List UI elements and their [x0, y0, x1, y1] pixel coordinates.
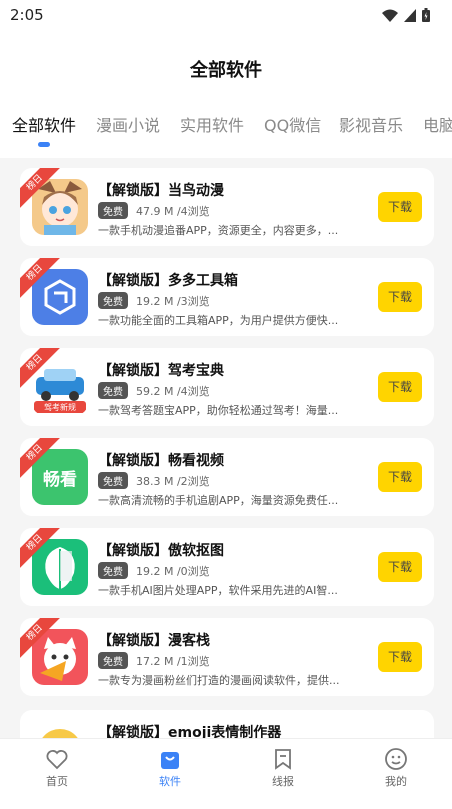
app-description: 一款手机AI图片处理APP，软件采用先进的AI智...	[98, 584, 338, 597]
signal-icon	[404, 8, 416, 22]
size-views: 38.3 M /2浏览	[136, 474, 210, 488]
size-views: 59.2 M /4浏览	[136, 384, 210, 398]
tab-all-software[interactable]: 全部软件	[12, 112, 76, 136]
app-meta: 免费 19.2 M /0浏览	[98, 562, 210, 579]
app-meta: 免费 38.3 M /2浏览	[98, 472, 210, 489]
download-button[interactable]: 下载	[378, 642, 422, 672]
active-tab-indicator	[38, 142, 50, 147]
app-name[interactable]: 【解锁版】emoji表情制作器	[98, 722, 281, 738]
bottom-nav: 首页 软件 线报 我的	[0, 738, 452, 809]
nav-software[interactable]: 软件	[135, 747, 205, 789]
download-button[interactable]: 下载	[378, 552, 422, 582]
app-name[interactable]: 【解锁版】驾考宝典	[98, 360, 224, 380]
app-card[interactable]: 榜日 【解锁版】傲软抠图 免费 19.2 M /0浏览 一款手机AI图片处理AP…	[20, 528, 434, 606]
app-meta: 免费 19.2 M /3浏览	[98, 292, 210, 309]
free-tag: 免费	[98, 562, 128, 579]
app-name[interactable]: 【解锁版】畅看视频	[98, 450, 224, 470]
category-tabs: 全部软件 漫画小说 实用软件 QQ微信 影视音乐 电脑	[0, 110, 452, 154]
download-button[interactable]: 下载	[378, 192, 422, 222]
icon-text: 畅看	[43, 469, 77, 490]
download-button[interactable]: 下载	[378, 282, 422, 312]
free-tag: 免费	[98, 652, 128, 669]
battery-icon	[422, 8, 430, 22]
size-views: 19.2 M /0浏览	[136, 564, 210, 578]
app-description: 一款高清流畅的手机追剧APP，海量资源免费任...	[98, 494, 339, 507]
download-button[interactable]: 下载	[378, 462, 422, 492]
status-bar: 2:05	[0, 0, 452, 32]
free-tag: 免费	[98, 292, 128, 309]
app-card[interactable]: 驾考新规 榜日 【解锁版】驾考宝典 免费 59.2 M /4浏览 一款驾考答题宝…	[20, 348, 434, 426]
wifi-icon	[382, 9, 398, 22]
download-button[interactable]: 下载	[378, 372, 422, 402]
tab-computer[interactable]: 电脑	[423, 112, 452, 136]
status-time: 2:05	[10, 6, 44, 24]
page-title: 全部软件	[190, 60, 262, 81]
nav-home[interactable]: 首页	[22, 747, 92, 789]
app-description: 一款手机动漫追番APP，资源更全，内容更多，...	[98, 224, 339, 237]
size-views: 17.2 M /1浏览	[136, 654, 210, 668]
free-tag: 免费	[98, 202, 128, 219]
tab-utility-software[interactable]: 实用软件	[180, 112, 244, 136]
nav-mine[interactable]: 我的	[361, 747, 431, 789]
size-views: 19.2 M /3浏览	[136, 294, 210, 308]
app-description: 一款功能全面的工具箱APP，为用户提供方便快...	[98, 314, 339, 327]
emoji-icon	[32, 721, 88, 738]
icon-caption: 驾考新规	[44, 402, 76, 412]
app-meta: 免费 47.9 M /4浏览	[98, 202, 210, 219]
app-meta: 免费 59.2 M /4浏览	[98, 382, 210, 399]
app-card[interactable]: 榜日 【解锁版】当鸟动漫 免费 47.9 M /4浏览 一款手机动漫追番APP，…	[20, 168, 434, 246]
smiley-icon	[385, 748, 407, 770]
nav-label: 首页	[46, 775, 68, 788]
app-name[interactable]: 【解锁版】多多工具箱	[98, 270, 238, 290]
app-card[interactable]: 榜日 【解锁版】多多工具箱 免费 19.2 M /3浏览 一款功能全面的工具箱A…	[20, 258, 434, 336]
app-card[interactable]: 榜日 【解锁版】漫客栈 免费 17.2 M /1浏览 一款专为漫画粉丝们打造的漫…	[20, 618, 434, 696]
app-card[interactable]: 【解锁版】emoji表情制作器	[20, 710, 434, 738]
bookmark-icon	[275, 749, 291, 770]
app-description: 一款专为漫画粉丝们打造的漫画阅读软件，提供...	[98, 674, 340, 687]
tab-video-music[interactable]: 影视音乐	[339, 112, 403, 136]
nav-label: 我的	[385, 775, 407, 788]
app-description: 一款驾考答题宝APP，助你轻松通过驾考！海量...	[98, 404, 339, 417]
app-name[interactable]: 【解锁版】当鸟动漫	[98, 180, 224, 200]
app-name[interactable]: 【解锁版】漫客栈	[98, 630, 210, 650]
status-icons	[382, 8, 430, 22]
app-name[interactable]: 【解锁版】傲软抠图	[98, 540, 224, 560]
app-card[interactable]: 畅看 榜日 【解锁版】畅看视频 免费 38.3 M /2浏览 一款高清流畅的手机…	[20, 438, 434, 516]
app-meta: 免费 17.2 M /1浏览	[98, 652, 210, 669]
tab-qq-wechat[interactable]: QQ微信	[264, 112, 321, 136]
free-tag: 免费	[98, 472, 128, 489]
tab-comics-novels[interactable]: 漫画小说	[96, 112, 160, 136]
nav-label: 软件	[159, 775, 181, 788]
size-views: 47.9 M /4浏览	[136, 204, 210, 218]
free-tag: 免费	[98, 382, 128, 399]
bag-icon	[161, 752, 179, 769]
heart-icon	[46, 750, 68, 770]
nav-label: 线报	[272, 775, 294, 788]
app-list[interactable]: 榜日 【解锁版】当鸟动漫 免费 47.9 M /4浏览 一款手机动漫追番APP，…	[0, 158, 452, 738]
nav-news[interactable]: 线报	[248, 747, 318, 789]
